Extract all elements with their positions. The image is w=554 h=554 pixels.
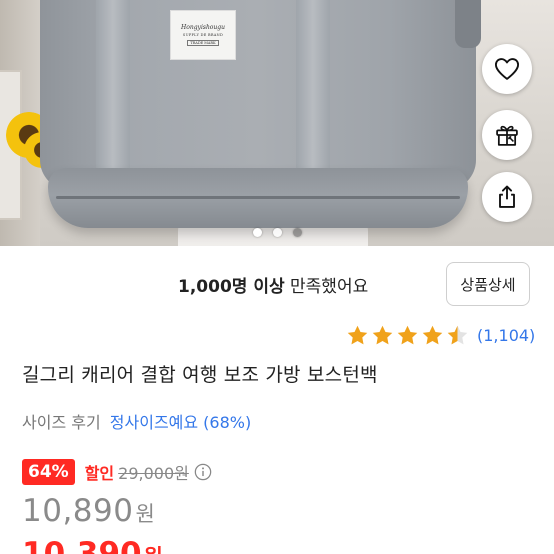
carousel-indicator [0,226,554,238]
size-review-value[interactable]: 정사이즈예요 (68%) [110,413,251,432]
carousel-dot[interactable] [252,227,262,237]
gift-icon [496,125,518,146]
discount-row: 64% 할인 29,000원 [22,458,212,486]
star-half-icon [447,325,468,344]
price-main: 10,890원 [22,493,156,529]
satisfaction-suffix: 만족했어요 [284,277,369,297]
like-button[interactable] [482,44,532,94]
discount-badge: 64% [22,459,75,485]
review-count-link[interactable]: (1,104) [477,326,535,345]
carousel-dot[interactable] [272,227,282,237]
discount-label: 할인 [84,464,115,483]
star-full-icon [422,325,443,344]
product-image-carousel[interactable]: Hongyishougu SUPPLY DE BRAND TRADE MARK [0,0,554,246]
bag-strap-left [96,0,130,176]
product-title: 길그리 캐리어 결합 여행 보조 가방 보스턴백 [22,364,378,386]
rating-summary[interactable]: (1,104) [346,322,535,348]
size-review-label: 사이즈 후기 [22,413,101,432]
price-final: 10,390원 [22,536,163,554]
star-full-icon [372,325,393,344]
share-icon [499,185,515,208]
product-detail-button[interactable]: 상품상세 [446,262,530,306]
info-icon[interactable] [194,463,212,481]
star-full-icon [347,325,368,344]
bag-side-handle [455,0,481,48]
share-button[interactable] [482,172,532,222]
star-full-icon [397,325,418,344]
heart-icon [494,58,520,80]
bag-brand-label: Hongyishougu SUPPLY DE BRAND TRADE MARK [170,10,236,60]
size-review: 사이즈 후기 정사이즈예요 (68%) [22,409,251,433]
original-price: 29,000원 [118,464,189,483]
carousel-dot[interactable] [292,227,302,237]
bag-zipper [56,196,460,199]
gift-button[interactable] [482,110,532,160]
satisfaction-text: 1,000명 이상 만족했어요 [178,272,368,297]
satisfaction-count: 1,000명 이상 [178,277,285,297]
bag-strap-right [296,0,330,176]
